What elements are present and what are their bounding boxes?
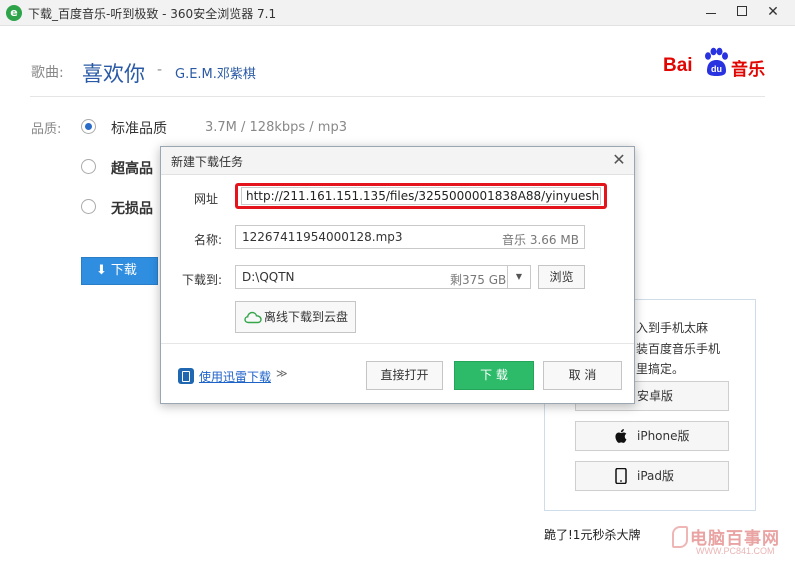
ipad-label: iPad版 xyxy=(637,469,675,483)
free-space-text: 剩375 GB xyxy=(450,273,507,287)
logo-bai-text: Bai xyxy=(663,55,693,76)
browse-button[interactable]: 浏览 xyxy=(538,265,585,289)
promo-line-3: 里搞定。 xyxy=(636,362,685,376)
promo-line-1: 入到手机太麻 xyxy=(636,321,709,335)
browser-app-icon: e xyxy=(6,5,22,21)
quality-label: 品质: xyxy=(31,122,62,137)
iphone-label: iPhone版 xyxy=(637,429,690,443)
quality-radio-standard[interactable] xyxy=(81,119,96,134)
page-download-label: 下载 xyxy=(110,263,137,278)
page-download-button[interactable]: ⬇ 下载 xyxy=(81,257,158,285)
ipad-icon xyxy=(615,468,627,484)
url-label: 网址 xyxy=(194,192,219,206)
baidu-paw-icon: du xyxy=(705,47,728,76)
download-confirm-button[interactable]: 下 载 xyxy=(454,361,534,390)
file-type-size: 音乐 3.66 MB xyxy=(502,233,579,247)
xunlei-icon xyxy=(178,368,194,384)
close-icon: ✕ xyxy=(767,4,779,20)
new-download-dialog: 新建下载任务 ✕ 网址 http://211.161.151.135/files… xyxy=(160,146,635,404)
path-dropdown-button[interactable]: ▼ xyxy=(507,266,530,288)
cancel-button[interactable]: 取 消 xyxy=(543,361,622,390)
url-input[interactable]: http://211.161.151.135/files/32550000018… xyxy=(241,187,601,205)
minimize-icon xyxy=(706,13,716,14)
header-divider xyxy=(30,96,765,97)
maximize-button[interactable] xyxy=(727,0,757,24)
url-highlight-box: http://211.161.151.135/files/32550000018… xyxy=(235,183,607,209)
baidu-music-logo[interactable]: Bai du 音乐 xyxy=(663,45,768,81)
window-titlebar: e 下载_百度音乐-听到极致 - 360安全浏览器 7.1 ✕ xyxy=(0,0,795,26)
open-directly-button[interactable]: 直接打开 xyxy=(366,361,443,390)
chevron-down-icon[interactable]: ≫ xyxy=(276,367,288,380)
promo-line-2: 装百度音乐手机 xyxy=(636,342,721,356)
watermark-logo-icon xyxy=(672,526,688,548)
song-artist-link[interactable]: G.E.M.邓紫棋 xyxy=(175,63,256,82)
quality-radio-high[interactable] xyxy=(81,159,96,174)
quality-radio-lossless[interactable] xyxy=(81,199,96,214)
dialog-header: 新建下载任务 ✕ xyxy=(161,147,634,175)
promo-ad-text[interactable]: 跪了!1元秒杀大牌 xyxy=(544,526,640,543)
song-title: 喜欢你 xyxy=(82,62,145,86)
triangle-down-icon: ▼ xyxy=(515,272,523,281)
save-to-label: 下载到: xyxy=(182,273,223,287)
song-separator: - xyxy=(157,62,163,78)
logo-du-text: du xyxy=(711,64,722,74)
window-title: 下载_百度音乐-听到极致 - 360安全浏览器 7.1 xyxy=(28,7,277,21)
cloud-icon xyxy=(244,311,262,324)
close-window-button[interactable]: ✕ xyxy=(758,0,788,24)
dialog-footer-divider xyxy=(161,343,634,344)
quality-standard-meta: 3.7M / 128kbps / mp3 xyxy=(205,120,347,135)
logo-music-text: 音乐 xyxy=(731,60,765,80)
cloud-download-label: 离线下载到云盘 xyxy=(264,310,349,324)
name-label: 名称: xyxy=(194,233,223,247)
site-watermark: 电脑百事网 WWW.PC841.COM xyxy=(672,522,792,560)
android-label: 安卓版 xyxy=(637,389,674,403)
song-label: 歌曲: xyxy=(31,65,64,81)
quality-option-standard[interactable]: 标准品质 xyxy=(111,118,167,138)
dialog-close-button[interactable]: ✕ xyxy=(609,150,629,170)
watermark-url-text: WWW.PC841.COM xyxy=(696,546,775,556)
quality-option-high[interactable]: 超高品 xyxy=(111,158,153,178)
ipad-download-button[interactable]: iPad版 xyxy=(575,461,729,491)
minimize-button[interactable] xyxy=(696,0,726,24)
offline-cloud-download-button[interactable]: 离线下载到云盘 xyxy=(235,301,356,333)
maximize-icon xyxy=(737,6,747,16)
dialog-title: 新建下载任务 xyxy=(171,155,244,169)
iphone-download-button[interactable]: iPhone版 xyxy=(575,421,729,451)
apple-icon xyxy=(615,429,627,443)
quality-option-lossless[interactable]: 无损品 xyxy=(111,198,153,218)
use-xunlei-link[interactable]: 使用迅雷下载 xyxy=(199,368,271,385)
download-arrow-icon: ⬇ xyxy=(96,263,107,278)
close-icon: ✕ xyxy=(612,150,626,169)
